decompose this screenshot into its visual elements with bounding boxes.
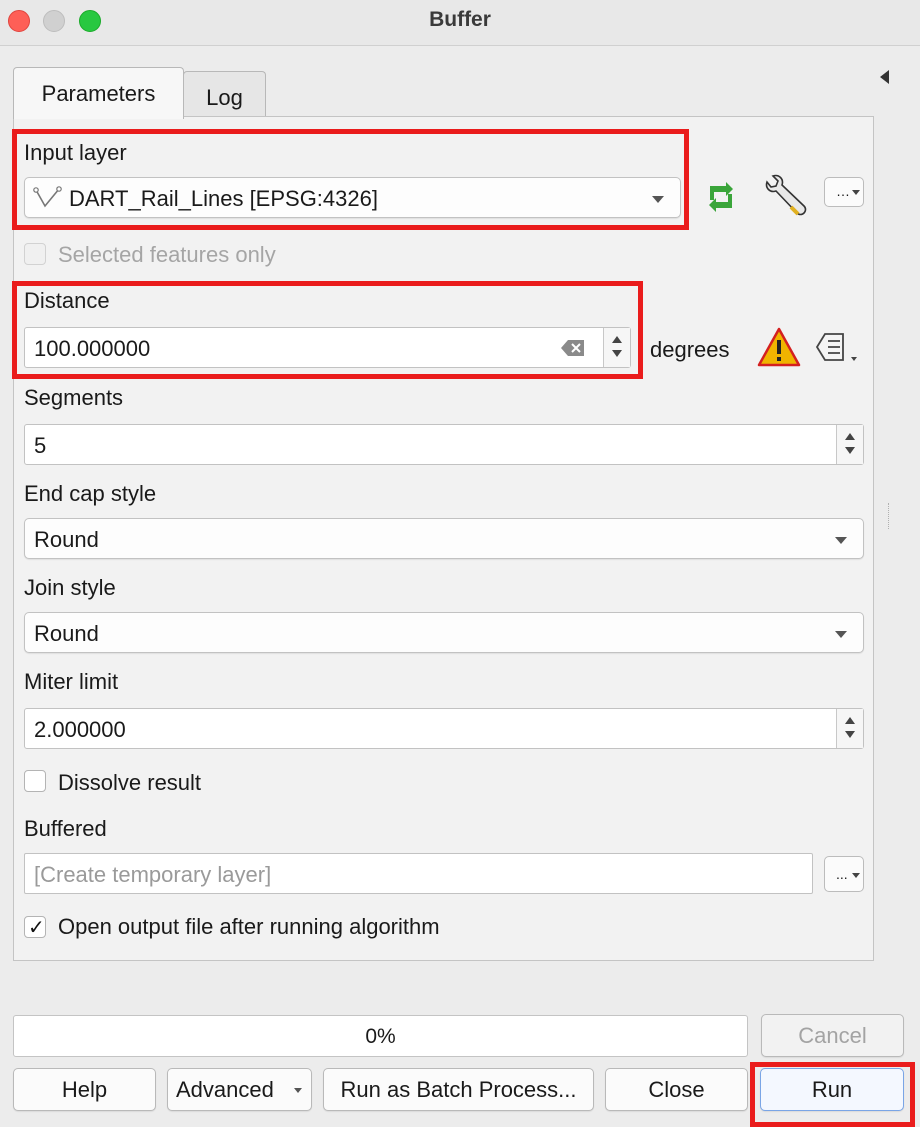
dissolve-checkbox[interactable]: [24, 770, 46, 792]
collapse-panel-icon[interactable]: [880, 70, 889, 84]
join-style-value: Round: [34, 621, 99, 646]
segments-stepper[interactable]: [836, 425, 863, 464]
data-defined-icon[interactable]: [815, 332, 863, 364]
segments-value: 5: [34, 433, 47, 458]
progress-bar: 0%: [13, 1015, 748, 1057]
window-title: Buffer: [429, 8, 491, 31]
distance-unit: degrees: [650, 337, 730, 362]
open-output-checkbox[interactable]: ✓: [24, 916, 46, 939]
clear-icon[interactable]: [560, 339, 586, 357]
miter-limit-stepper[interactable]: [836, 709, 863, 748]
miter-limit-input[interactable]: 2.000000: [24, 708, 864, 749]
distance-input[interactable]: 100.000000: [24, 327, 631, 368]
segments-input[interactable]: 5: [24, 424, 864, 465]
run-batch-button[interactable]: Run as Batch Process...: [323, 1068, 594, 1111]
buffered-label: Buffered: [24, 816, 107, 841]
selected-features-checkbox[interactable]: [24, 243, 46, 265]
close-button[interactable]: Close: [605, 1068, 748, 1111]
miter-limit-value: 2.000000: [34, 717, 126, 742]
line-geometry-icon: [33, 186, 62, 208]
chevron-down-icon: [294, 1088, 302, 1093]
splitter-handle[interactable]: [888, 503, 890, 529]
output-options-button[interactable]: ...: [824, 856, 864, 892]
run-button[interactable]: Run: [760, 1068, 904, 1111]
miter-limit-label: Miter limit: [24, 669, 119, 694]
end-cap-label: End cap style: [24, 481, 157, 506]
selected-features-label: Selected features only: [58, 242, 276, 267]
tab-log[interactable]: Log: [183, 71, 266, 121]
buffered-output-placeholder: [Create temporary layer]: [34, 862, 272, 887]
distance-stepper[interactable]: [603, 328, 630, 367]
input-layer-value: DART_Rail_Lines [EPSG:4326]: [69, 186, 378, 211]
checkmark-icon: ✓: [28, 917, 45, 939]
distance-value: 100.000000: [34, 336, 151, 361]
iterate-icon[interactable]: [700, 178, 742, 216]
cancel-button[interactable]: Cancel: [761, 1014, 904, 1057]
help-button[interactable]: Help: [13, 1068, 156, 1111]
layer-options-button[interactable]: …: [824, 177, 864, 207]
input-layer-combo[interactable]: DART_Rail_Lines [EPSG:4326]: [24, 177, 681, 218]
tab-parameters[interactable]: Parameters: [13, 67, 184, 119]
end-cap-value: Round: [34, 527, 99, 552]
warning-icon: [757, 327, 801, 367]
wrench-icon[interactable]: [761, 174, 809, 220]
advanced-button[interactable]: Advanced: [167, 1068, 312, 1111]
buffered-output-field[interactable]: [Create temporary layer]: [24, 853, 813, 894]
dissolve-label: Dissolve result: [58, 770, 202, 795]
join-style-label: Join style: [24, 575, 116, 600]
chevron-down-icon: [835, 631, 847, 638]
distance-label: Distance: [24, 288, 110, 313]
advanced-label: Advanced: [176, 1077, 274, 1102]
segments-label: Segments: [24, 385, 124, 410]
open-output-label: Open output file after running algorithm: [58, 914, 440, 939]
join-style-combo[interactable]: Round: [24, 612, 864, 653]
title-bar: Buffer: [0, 0, 920, 46]
end-cap-combo[interactable]: Round: [24, 518, 864, 559]
input-layer-label: Input layer: [24, 140, 127, 165]
chevron-down-icon: [652, 196, 664, 203]
chevron-down-icon: [835, 537, 847, 544]
